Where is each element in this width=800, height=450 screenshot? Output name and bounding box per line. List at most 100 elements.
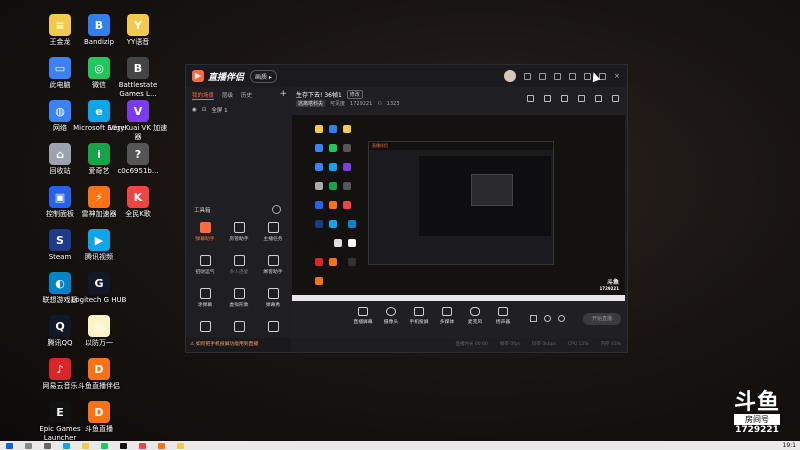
app-taskbar-icon[interactable] <box>139 442 146 449</box>
settings-gear-icon[interactable] <box>558 315 565 322</box>
desktop-icon[interactable]: V VeryKuai VK 加速器 <box>108 100 168 142</box>
search-icon[interactable] <box>25 442 32 449</box>
wechat-icon[interactable] <box>101 442 108 449</box>
eye-icon[interactable] <box>544 315 551 322</box>
speaker-button[interactable]: 扬声器 <box>486 307 520 325</box>
stream-preview[interactable]: 直播伴侣 斗鱼 1729221 <box>292 115 625 301</box>
clock[interactable]: 19:1 <box>783 442 796 449</box>
close-icon[interactable]: × <box>614 72 621 80</box>
gift-icon[interactable] <box>539 72 546 80</box>
desktop-icon[interactable]: G Logitech G HUB <box>69 272 129 305</box>
desktop-icon-label: 腾讯视频 <box>85 253 113 261</box>
source-controls: 直播屏幕 摄像头 手机投屏 多媒体 麦克风 扬声器 开始直播 <box>292 307 627 337</box>
app-icon: Q <box>49 315 71 337</box>
tool-button[interactable]: 房管助手 <box>223 222 255 242</box>
microphone-icon <box>470 307 480 316</box>
tab-scenes[interactable]: 我的场景 <box>192 91 215 100</box>
bell-icon[interactable] <box>595 95 602 102</box>
edge-icon[interactable] <box>63 442 70 449</box>
status-bar: 直播时长 00:00 帧率 0fps 码率 0kbps CPU 12% 内存 4… <box>292 338 627 352</box>
shirt-icon[interactable] <box>554 72 561 80</box>
tool-label: 弹幕秀 <box>265 303 281 308</box>
toolbox-header: 工具箱 <box>194 208 211 214</box>
watermark-brand: 斗鱼 <box>733 390 780 415</box>
tool-button[interactable] <box>223 321 255 334</box>
tool-button[interactable] <box>189 321 221 334</box>
nested-preview <box>419 156 551 236</box>
desktop-icon[interactable]: D 斗鱼直播 <box>69 401 129 434</box>
douyu-taskbar-icon[interactable] <box>158 442 165 449</box>
tool-button[interactable]: 绑客助手 <box>257 255 289 275</box>
tool-button[interactable] <box>257 321 289 334</box>
tool-button[interactable]: 涂弹幕 <box>189 288 221 308</box>
preview-watermark: 斗鱼 1729221 <box>599 279 619 291</box>
status-memory: 内存 43% <box>600 342 621 347</box>
copy-icon[interactable] <box>561 95 568 102</box>
app-icon: ▣ <box>49 186 71 208</box>
tool-icon <box>267 288 279 299</box>
app-icon: ▤ <box>88 315 110 337</box>
app-icon: e <box>88 100 110 122</box>
start-live-button[interactable]: 开始直播 <box>583 313 621 325</box>
steam-taskbar-icon[interactable] <box>120 442 127 449</box>
add-scene-button[interactable]: + <box>279 89 287 99</box>
app-icon: E <box>49 401 71 423</box>
desktop-icon[interactable]: Y YY语音 <box>108 14 168 47</box>
nested-title-bar: 直播伴侣 <box>369 142 553 150</box>
tool-button[interactable]: 招财运气 <box>189 255 221 275</box>
app-logo: ▶ 直播伴侣 <box>192 70 244 83</box>
desktop-icon-label: 斗鱼直播伴侣 <box>78 382 120 390</box>
tool-button[interactable]: 多人连麦 <box>223 255 255 275</box>
tool-icon <box>233 222 245 233</box>
eye-icon[interactable]: ◉ <box>192 107 197 113</box>
app-icon: ⚡ <box>88 186 110 208</box>
lock-icon[interactable] <box>544 95 551 102</box>
desktop-icon[interactable]: D 斗鱼直播伴侣 <box>69 358 129 391</box>
tool-button[interactable]: 主播任务 <box>257 222 289 242</box>
desktop-icon[interactable]: ▤ 以防万一 <box>69 315 129 348</box>
settings-icon[interactable] <box>272 205 281 214</box>
start-icon[interactable] <box>6 442 13 449</box>
tab-history[interactable]: 历史 <box>241 91 252 100</box>
share-icon[interactable] <box>612 95 619 102</box>
yy-taskbar-icon[interactable] <box>177 442 184 449</box>
lock-icon[interactable]: ⊡ <box>202 107 207 113</box>
app-icon: ⌂ <box>49 143 71 165</box>
notice-bar[interactable]: ⚠ 如何把手机投屏功能用到直播 <box>186 338 291 352</box>
desktop-icon[interactable]: K 全民K歌 <box>108 186 168 219</box>
play-icon <box>442 307 452 316</box>
tab-layers[interactable]: 层级 <box>222 91 233 100</box>
app-icon: D <box>88 401 110 423</box>
add-icon[interactable] <box>527 95 534 102</box>
app-icon: i <box>88 143 110 165</box>
stream-meta: 逃离塔科夫 可见度 1729221 ⚇ 1323 <box>296 100 400 107</box>
edit-title-button[interactable]: 修改 <box>346 90 363 99</box>
tool-label: 涂弹幕 <box>197 303 213 308</box>
app-icon: ◍ <box>49 100 71 122</box>
tool-button[interactable]: 弹幕秀 <box>257 288 289 308</box>
tool-button[interactable]: 弹幕助手 <box>189 222 221 242</box>
menu-icon[interactable] <box>569 72 576 80</box>
tool-label: 弹幕助手 <box>195 237 215 242</box>
tool-button[interactable]: 虚拟形象 <box>223 288 255 308</box>
room-id: 1729221 <box>350 100 373 107</box>
desktop-icon[interactable]: B Battlestate Games L... <box>108 57 168 99</box>
scene-item[interactable]: ◉ ⊡ 全屏 1 <box>186 104 291 116</box>
tool-label: 绑客助手 <box>263 270 283 275</box>
sound-icon[interactable] <box>578 95 585 102</box>
message-icon[interactable] <box>524 72 531 80</box>
camera-icon <box>386 307 396 316</box>
explorer-icon[interactable] <box>82 442 89 449</box>
avatar[interactable] <box>504 70 516 82</box>
desktop-icon[interactable]: ? c0c6951b... <box>108 143 168 176</box>
category-chip[interactable]: 逃离塔科夫 <box>296 100 326 107</box>
quality-button[interactable]: 画质 ▸ <box>250 69 277 83</box>
record-icon[interactable] <box>530 315 537 322</box>
desktop-icon-label: 全民K歌 <box>125 210 151 218</box>
desktop-icon-label: Logitech G HUB <box>71 296 127 304</box>
taskview-icon[interactable] <box>44 442 51 449</box>
app-icon: B <box>88 14 110 36</box>
visibility-label[interactable]: 可见度 <box>330 100 345 107</box>
desktop-icon[interactable]: ▶ 腾讯视频 <box>69 229 129 262</box>
app-icon: Y <box>127 14 149 36</box>
